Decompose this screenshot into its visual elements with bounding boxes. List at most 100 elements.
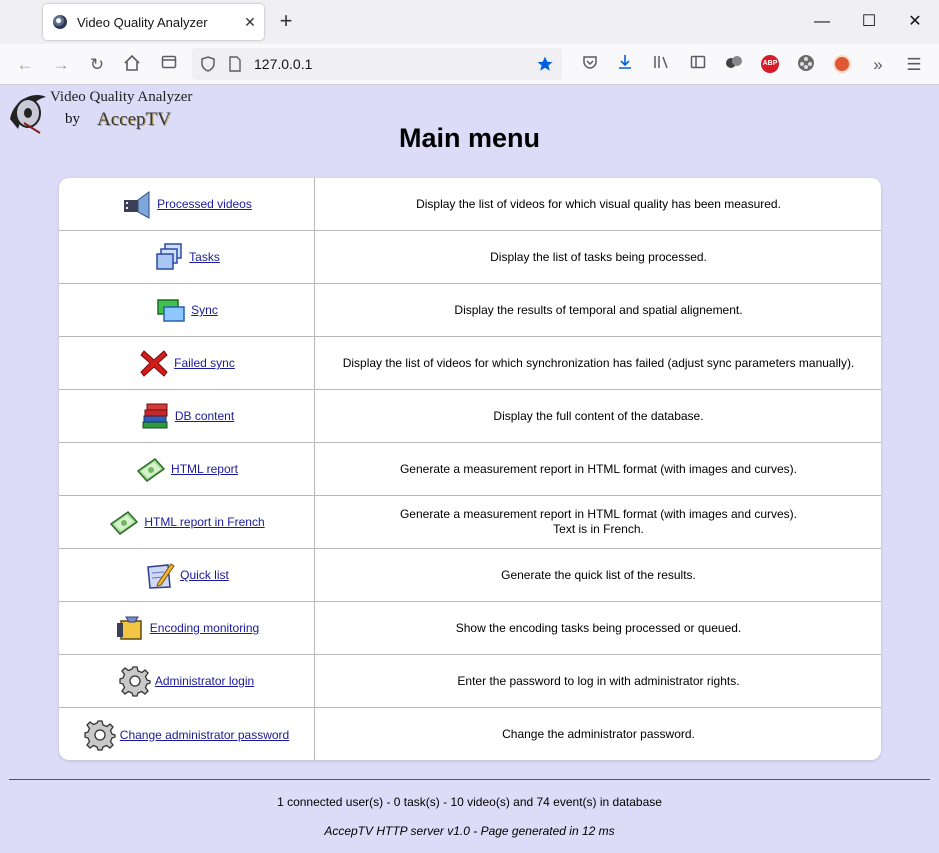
menu-description: Display the list of tasks being processe… [490, 249, 707, 264]
tasks-link[interactable]: Tasks [189, 250, 220, 264]
menu-link-cell: Tasks [59, 231, 315, 283]
encoding-monitoring-link[interactable]: Encoding monitoring [150, 621, 259, 635]
balls-icon [726, 56, 742, 68]
minimize-button[interactable]: — [808, 8, 836, 36]
gear-icon [84, 719, 116, 751]
menu-link-cell: Sync [59, 284, 315, 336]
tab-close-icon[interactable]: ✕ [236, 14, 264, 31]
menu-description: Display the list of videos for which syn… [342, 355, 855, 370]
menu-description: Enter the password to log in with admini… [457, 673, 740, 688]
books-icon [142, 403, 168, 429]
menu-description: Display the list of videos for which vis… [416, 196, 781, 211]
favicon-icon [53, 15, 67, 29]
close-window-button[interactable]: ✕ [901, 8, 929, 36]
menu-description: Generate a measurement report in HTML fo… [316, 496, 881, 548]
menu-row-html-report-french: HTML report in French Generate a measure… [59, 496, 881, 549]
menu-description: Display the full content of the database… [493, 408, 704, 423]
menu-row-processed-videos: Processed videos Display the list of vid… [59, 178, 881, 231]
sidebar-tabs-icon [161, 55, 177, 69]
back-button[interactable]: ← [14, 54, 36, 76]
menu-description-line-1: Generate a measurement report in HTML fo… [399, 507, 798, 521]
page-content: Video Quality Analyzer by AccepTV Main m… [0, 85, 939, 853]
failed-sync-link[interactable]: Failed sync [174, 356, 235, 370]
logo-title: Video Quality Analyzer [50, 89, 193, 105]
quick-list-link[interactable]: Quick list [180, 568, 229, 582]
maximize-button[interactable]: ☐ [855, 8, 883, 36]
tab-overview-button[interactable] [158, 54, 180, 76]
bookmark-star-icon[interactable] [536, 55, 554, 73]
overflow-menu-button[interactable]: » [867, 54, 889, 76]
money-report-icon [110, 511, 139, 535]
library-button[interactable] [651, 54, 673, 76]
extension-button-2[interactable] [795, 54, 817, 76]
processed-videos-link[interactable]: Processed videos [157, 197, 252, 211]
video-speaker-icon [124, 191, 150, 219]
menu-link-cell: DB content [59, 390, 315, 442]
gear-icon [119, 666, 151, 697]
pocket-icon [583, 56, 597, 69]
menu-row-administrator-login: Administrator login Enter the password t… [59, 655, 881, 708]
menu-description: Show the encoding tasks being processed … [455, 620, 742, 635]
new-tab-button[interactable]: + [274, 10, 298, 34]
forward-button[interactable]: → [50, 54, 72, 76]
menu-row-quick-list: Quick list Generate the quick list of th… [59, 549, 881, 602]
menu-description: Generate the quick list of the results. [501, 567, 696, 582]
pocket-button[interactable] [579, 54, 601, 76]
menu-link-cell: Processed videos [59, 178, 315, 230]
menu-link-cell: HTML report [59, 443, 315, 495]
menu-description: Generate a measurement report in HTML fo… [399, 461, 798, 476]
html-report-french-link[interactable]: HTML report in French [144, 515, 264, 529]
duckduckgo-icon[interactable] [833, 55, 851, 73]
menu-row-failed-sync: Failed sync Display the list of videos f… [59, 337, 881, 390]
reader-sidebar-button[interactable] [687, 54, 709, 76]
menu-link-cell: Quick list [59, 549, 315, 601]
db-content-link[interactable]: DB content [175, 409, 234, 423]
sidebar-icon [690, 55, 706, 69]
home-icon [124, 54, 140, 71]
administrator-login-link[interactable]: Administrator login [155, 674, 254, 688]
menu-row-encoding-monitoring: Encoding monitoring Show the encoding ta… [59, 602, 881, 655]
sync-link[interactable]: Sync [191, 303, 218, 317]
menu-link-cell: HTML report in French [59, 496, 315, 548]
url-bar[interactable]: 127.0.0.1 [192, 48, 562, 80]
extension-button[interactable] [723, 54, 745, 76]
shield-icon[interactable] [200, 56, 216, 72]
tab-strip: Video Quality Analyzer ✕ + — ☐ ✕ [0, 0, 939, 44]
menu-row-db-content: DB content Display the full content of t… [59, 390, 881, 443]
hamburger-menu-button[interactable]: ☰ [903, 54, 925, 76]
home-button[interactable] [121, 54, 143, 76]
tab-title: Video Quality Analyzer [77, 14, 208, 30]
menu-link-cell: Administrator login [59, 655, 315, 707]
menu-link-cell: Failed sync [59, 337, 315, 389]
navigation-toolbar: ← → ↻ 127.0.0.1 ABP » ☰ [0, 44, 939, 85]
browser-tab[interactable]: Video Quality Analyzer ✕ [43, 4, 264, 40]
reload-button[interactable]: ↻ [86, 54, 108, 76]
encoding-monitor-icon [116, 616, 142, 640]
menu-link-cell: Change administrator password [59, 708, 315, 760]
page-icon [229, 56, 241, 72]
footer-divider [9, 779, 930, 780]
html-report-link[interactable]: HTML report [171, 462, 238, 476]
film-reel-icon [798, 55, 814, 71]
adblock-plus-icon[interactable]: ABP [761, 55, 779, 73]
sync-windows-icon [157, 299, 185, 322]
red-x-icon [140, 350, 168, 377]
menu-link-cell: Encoding monitoring [59, 602, 315, 654]
menu-description: Display the results of temporal and spat… [454, 302, 743, 317]
menu-row-html-report: HTML report Generate a measurement repor… [59, 443, 881, 496]
tasks-windows-icon [156, 243, 182, 270]
library-icon [654, 56, 668, 69]
menu-row-change-password: Change administrator password Change the… [59, 708, 881, 760]
menu-row-tasks: Tasks Display the list of tasks being pr… [59, 231, 881, 284]
footer-stats: 1 connected user(s) - 0 task(s) - 10 vid… [277, 795, 662, 809]
footer-server-info: AccepTV HTTP server v1.0 - Page generate… [324, 824, 615, 838]
menu-row-sync: Sync Display the results of temporal and… [59, 284, 881, 337]
money-report-icon [136, 458, 166, 482]
url-text[interactable]: 127.0.0.1 [254, 56, 312, 72]
menu-description-line-2: Text is in French. [553, 522, 644, 536]
menu-description: Change the administrator password. [502, 727, 695, 741]
change-password-link[interactable]: Change administrator password [120, 728, 289, 742]
downloads-button[interactable] [614, 54, 636, 76]
notepad-pencil-icon [147, 563, 175, 589]
main-menu-table: Processed videos Display the list of vid… [59, 178, 881, 760]
